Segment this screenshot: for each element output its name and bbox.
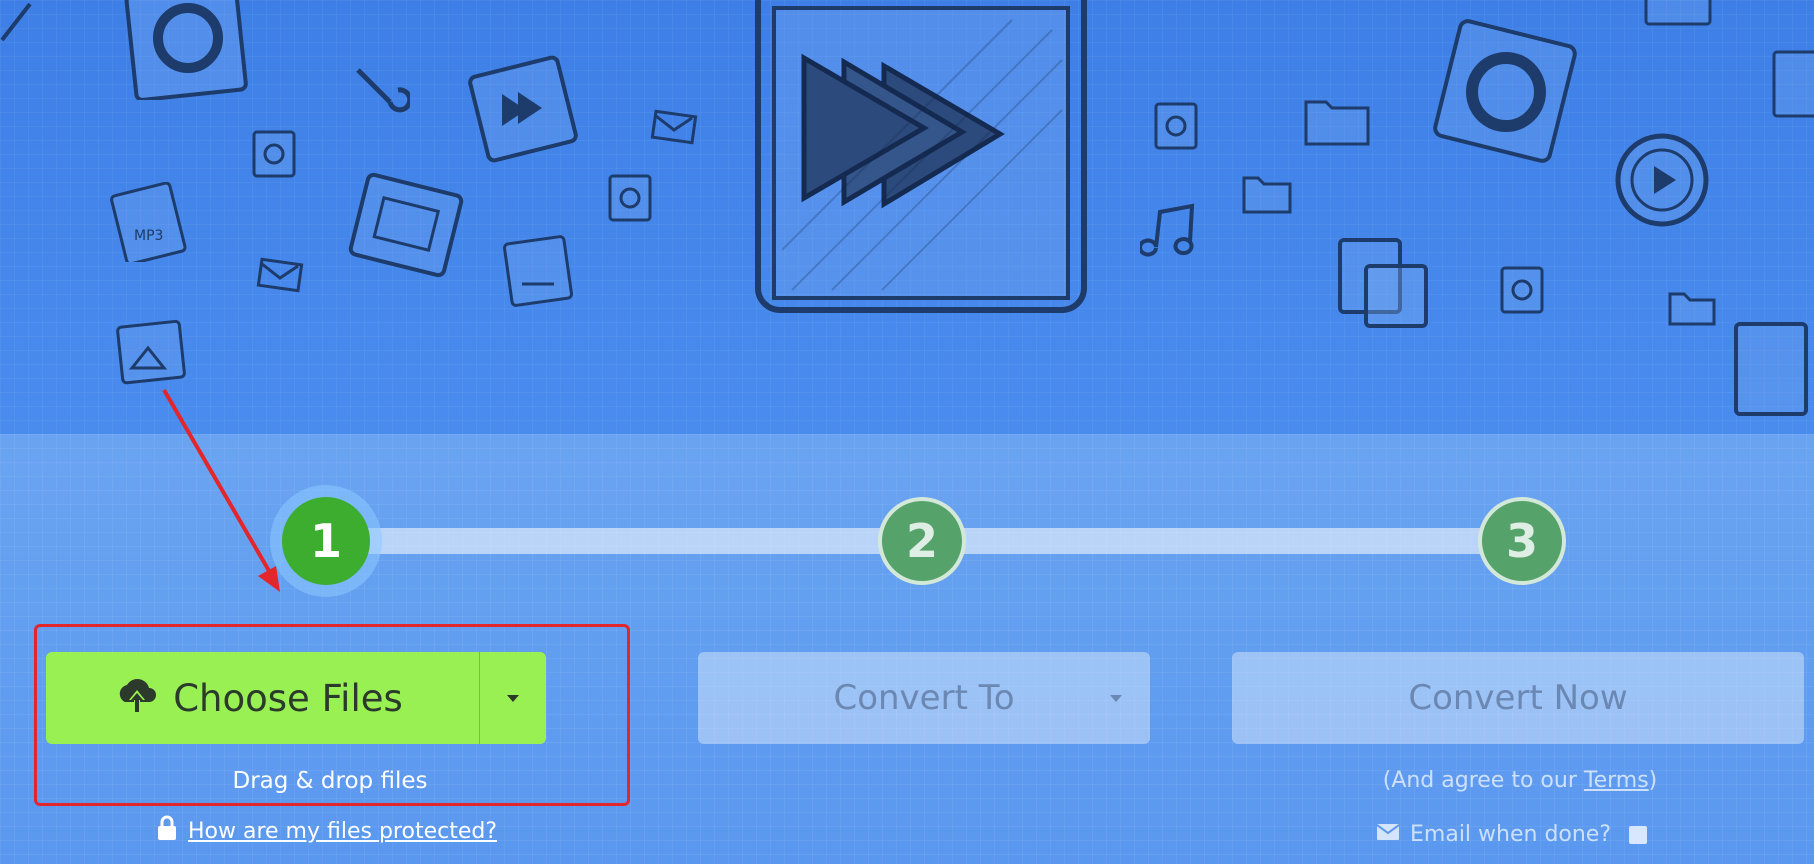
sync-file-icon [248, 126, 302, 184]
email-when-done-checkbox[interactable] [1629, 825, 1648, 844]
convert-now-label: Convert Now [1408, 678, 1628, 718]
file-corner-icon [1640, 0, 1720, 30]
fast-forward-small-icon [466, 54, 586, 164]
convert-now-button[interactable]: Convert Now [1232, 652, 1804, 744]
files-protected-link[interactable]: How are my files protected? [188, 819, 497, 844]
play-circle-icon [1612, 130, 1712, 230]
email-when-done-label: Email when done? [1410, 822, 1612, 847]
convert-to-button[interactable]: Convert To [698, 652, 1150, 744]
folder-icon [1300, 88, 1376, 152]
lock-icon [156, 815, 178, 847]
step-1-indicator: 1 [282, 497, 370, 585]
music-note-icon [1140, 198, 1210, 264]
film-strip-icon [348, 170, 466, 280]
pencil-icon [0, 0, 40, 44]
terms-link[interactable]: Terms [1584, 768, 1649, 793]
clipboard-icon [1330, 226, 1440, 336]
caret-down-icon [1110, 695, 1122, 702]
svg-text:MP3: MP3 [134, 228, 163, 244]
step-3-indicator: 3 [1478, 497, 1566, 585]
image-file-icon [114, 318, 190, 388]
document-icon [500, 232, 580, 312]
terms-suffix: ) [1648, 768, 1658, 793]
hero-banner: MP3 [0, 0, 1814, 434]
refresh-frame-icon [1432, 18, 1582, 168]
step-3-number: 3 [1505, 514, 1538, 568]
step-2-indicator: 2 [878, 497, 966, 585]
files-protected-link-row: How are my files protected? [156, 815, 497, 847]
clipboard-icon-2 [1730, 310, 1814, 420]
wrench-icon [350, 58, 410, 118]
drag-drop-hint: Drag & drop files [232, 768, 428, 794]
file-edge-icon [1770, 48, 1814, 120]
sync-file-icon-4 [1496, 262, 1550, 320]
envelope-sketch-icon-2 [256, 256, 306, 296]
fast-forward-logo-icon [752, 0, 1092, 318]
envelope-sketch-icon [650, 108, 700, 148]
email-when-done-row: Email when done? [1376, 822, 1648, 847]
step-1-number: 1 [309, 514, 342, 568]
music-file-icon: MP3 [110, 182, 190, 262]
annotation-arrow [162, 388, 280, 592]
folder-icon-2 [1238, 168, 1298, 218]
convert-to-label: Convert To [833, 678, 1015, 718]
step-2-number: 2 [905, 514, 938, 568]
envelope-icon [1376, 822, 1400, 847]
refresh-icon [122, 0, 252, 100]
folder-icon-3 [1666, 286, 1720, 330]
terms-agreement: (And agree to our Terms) [1360, 768, 1680, 793]
sync-file-icon-3 [1150, 98, 1204, 156]
sync-file-icon-2 [604, 170, 658, 228]
terms-prefix: (And agree to our [1382, 768, 1584, 793]
